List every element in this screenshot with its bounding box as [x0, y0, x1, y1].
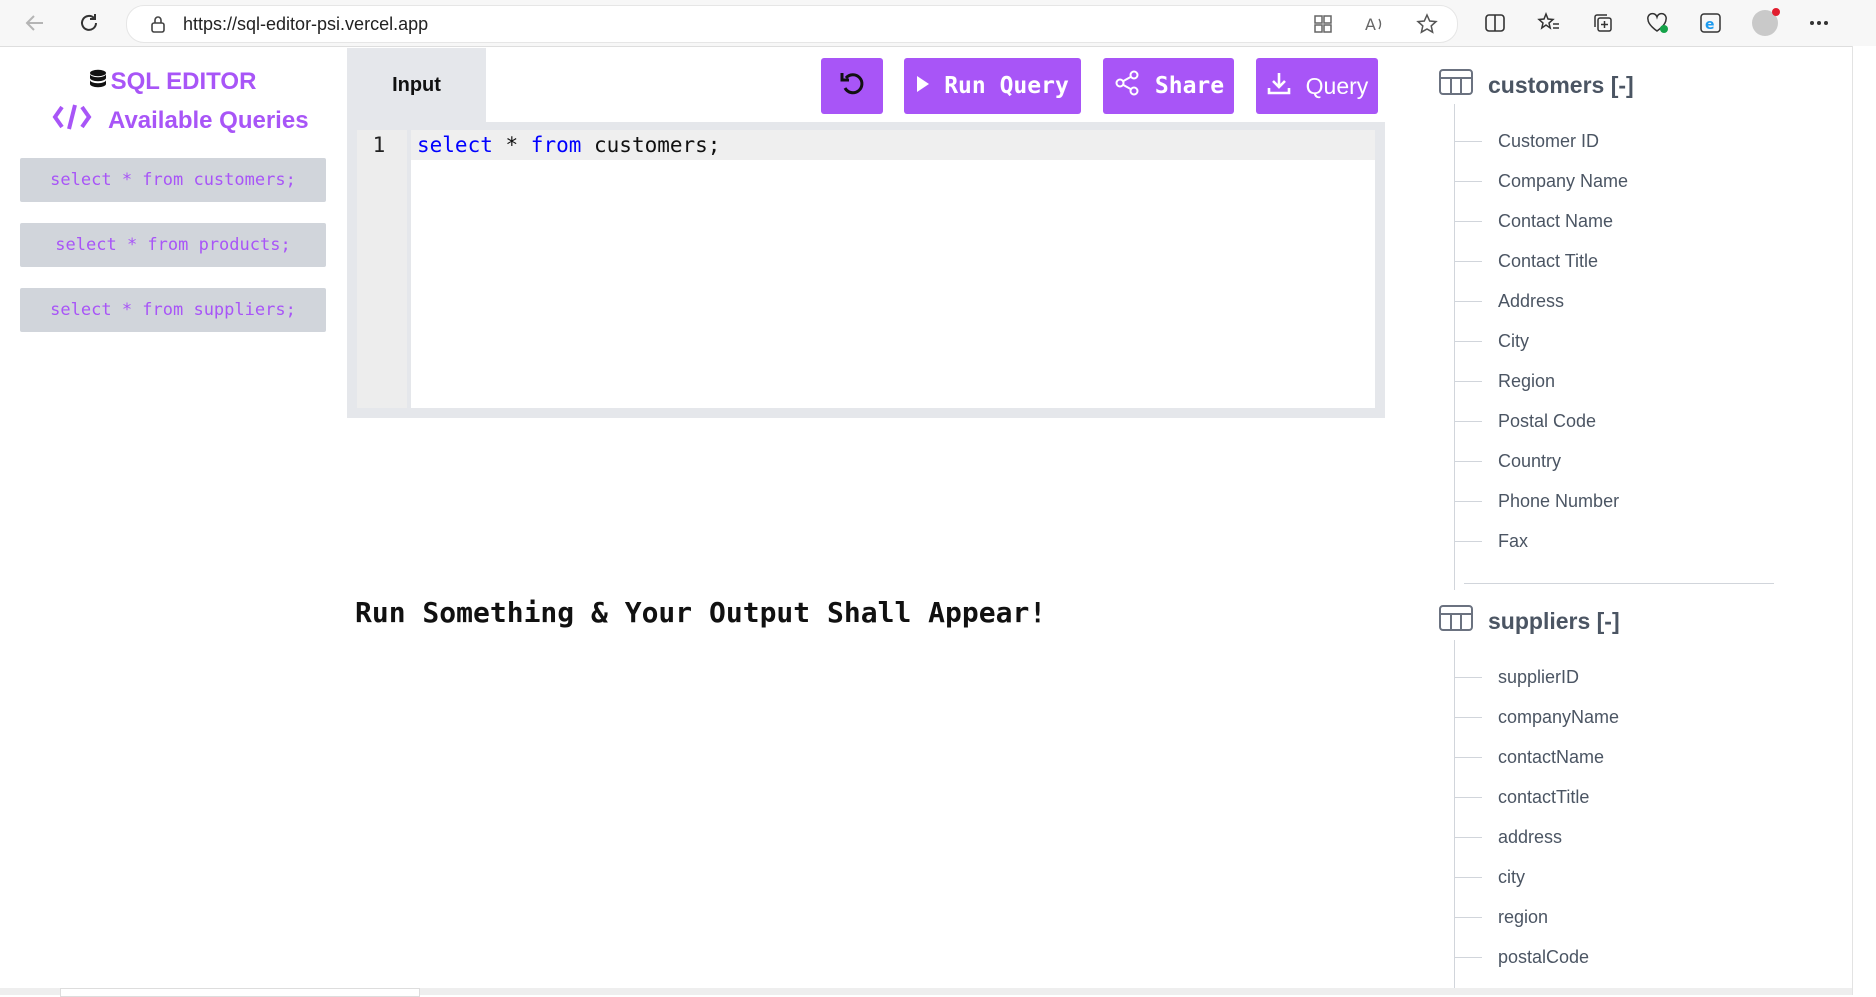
download-query-button[interactable]: Query	[1256, 58, 1378, 114]
code-editor: 1 select * from customers;	[347, 122, 1385, 418]
read-aloud-icon[interactable]: A	[1363, 12, 1387, 36]
column-item: Address	[1454, 289, 1564, 313]
column-item: Fax	[1454, 529, 1528, 553]
sql-input-area[interactable]: select * from customers;	[411, 130, 1375, 408]
share-label: Share	[1154, 73, 1225, 99]
svg-text:e: e	[1705, 17, 1715, 33]
column-item: postalCode	[1454, 945, 1589, 969]
column-item: Country	[1454, 449, 1561, 473]
play-icon	[916, 73, 930, 99]
line-number: 1	[372, 133, 386, 157]
column-item: Customer ID	[1454, 129, 1599, 153]
back-arrow-icon[interactable]	[20, 8, 50, 38]
browser-health-icon[interactable]	[1642, 9, 1672, 37]
favorite-star-icon[interactable]	[1415, 12, 1439, 36]
table-header-suppliers[interactable]: suppliers [-]	[1438, 604, 1620, 638]
saved-query-suppliers[interactable]: select * from suppliers;	[20, 288, 326, 332]
refresh-icon[interactable]	[74, 8, 104, 38]
column-item: companyName	[1454, 705, 1619, 729]
code-table: customers;	[581, 133, 721, 157]
favorites-icon[interactable]	[1534, 9, 1564, 37]
apps-icon[interactable]	[1311, 12, 1335, 36]
share-button[interactable]: Share	[1103, 58, 1234, 114]
app-brand: SQL EDITOR	[0, 68, 345, 98]
download-query-label: Query	[1305, 72, 1369, 99]
table-icon	[1438, 68, 1474, 102]
page-scrollbar-edge[interactable]	[1852, 46, 1876, 995]
code-icon	[52, 102, 92, 139]
column-item: contactName	[1454, 745, 1604, 769]
output-placeholder: Run Something & Your Output Shall Appear…	[355, 596, 1047, 629]
column-item: City	[1454, 329, 1529, 353]
column-item: region	[1454, 905, 1548, 929]
more-icon[interactable]	[1804, 9, 1834, 37]
address-bar[interactable]: https://sql-editor-psi.vercel.app A	[126, 5, 1458, 43]
keyword-from: from	[530, 133, 582, 157]
edge-icon[interactable]: e	[1696, 9, 1726, 37]
table-name: suppliers [-]	[1488, 607, 1620, 634]
undo-icon	[838, 69, 866, 103]
saved-query-customers[interactable]: select * from customers;	[20, 158, 326, 202]
column-item: address	[1454, 825, 1562, 849]
code-operator: *	[492, 133, 531, 157]
column-item: Company Name	[1454, 169, 1628, 193]
table-icon	[1438, 604, 1474, 638]
taskbar-tab	[60, 988, 420, 997]
column-item: supplierID	[1454, 665, 1579, 689]
column-item: Region	[1454, 369, 1555, 393]
column-item: Phone Number	[1454, 489, 1619, 513]
table-name: customers [-]	[1488, 71, 1634, 98]
table-header-customers[interactable]: customers [-]	[1438, 68, 1634, 102]
svg-text:A: A	[1365, 15, 1376, 34]
tree-connector	[1454, 640, 1455, 995]
run-query-label: Run Query	[944, 73, 1069, 99]
table-divider	[1464, 583, 1774, 584]
code-line[interactable]: select * from customers;	[417, 130, 720, 160]
available-queries-heading: Available Queries	[52, 102, 309, 139]
editor-toolbar: Input Run Query Share Query	[347, 48, 1385, 122]
available-queries-label: Available Queries	[108, 106, 309, 134]
reset-button[interactable]	[821, 58, 883, 114]
keyword-select: select	[417, 133, 493, 157]
browser-toolbar: https://sql-editor-psi.vercel.app A e	[0, 0, 1876, 47]
tab-input[interactable]: Input	[347, 48, 486, 122]
column-item: Postal Code	[1454, 409, 1596, 433]
profile-avatar[interactable]	[1750, 8, 1780, 37]
url-text: https://sql-editor-psi.vercel.app	[183, 13, 429, 34]
column-item: Contact Name	[1454, 209, 1613, 233]
run-query-button[interactable]: Run Query	[904, 58, 1081, 114]
column-item: Contact Title	[1454, 249, 1598, 273]
saved-query-products[interactable]: select * from products;	[20, 223, 326, 267]
download-icon	[1266, 70, 1292, 102]
collections-icon[interactable]	[1588, 9, 1618, 37]
brand-title: SQL EDITOR	[110, 68, 257, 95]
taskbar-strip	[0, 988, 1852, 997]
split-screen-icon[interactable]	[1480, 9, 1510, 37]
column-item: contactTitle	[1454, 785, 1589, 809]
share-icon	[1113, 69, 1141, 103]
line-gutter	[357, 130, 407, 408]
lock-icon[interactable]	[147, 13, 169, 35]
database-icon	[89, 69, 107, 98]
column-item: city	[1454, 865, 1525, 889]
